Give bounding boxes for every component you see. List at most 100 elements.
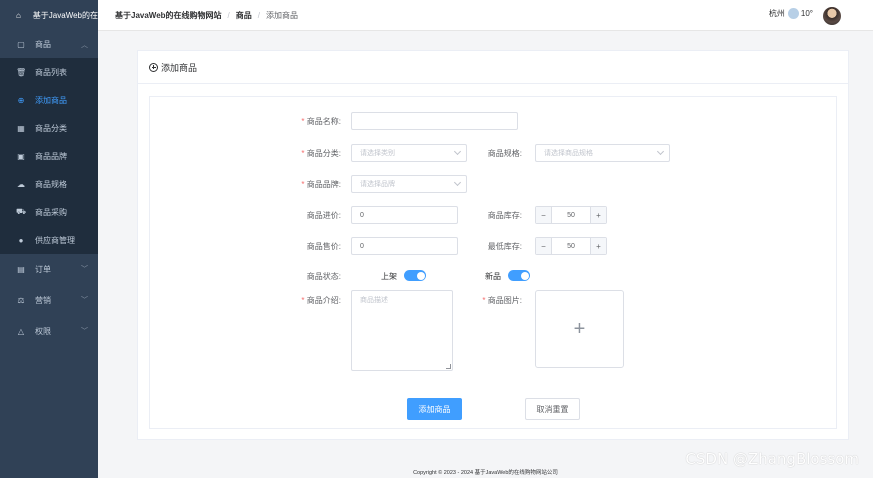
stock-stepper[interactable]: − 50 + xyxy=(535,206,607,224)
sidebar-item-supplier[interactable]: ● 供应商管理 xyxy=(0,226,98,254)
goods-intro-textarea[interactable]: 商品描述 xyxy=(351,290,453,371)
on-shelf-text: 上架 xyxy=(381,272,397,281)
bag-icon: ▢ xyxy=(17,39,25,49)
chevron-down-icon: ﹀ xyxy=(81,266,88,273)
chevron-down-icon xyxy=(453,178,462,187)
sidebar-item-add-goods[interactable]: ⊕ 添加商品 xyxy=(0,86,98,114)
header: 基于JavaWeb的在线购物网站 / 商品 / 添加商品 杭州 10° xyxy=(98,0,873,31)
min-stock-value[interactable]: 50 xyxy=(552,238,590,254)
minus-button[interactable]: − xyxy=(536,238,552,254)
home-icon: ⌂ xyxy=(16,10,21,20)
breadcrumb-separator: / xyxy=(227,10,230,20)
sidebar-item-goods-brand[interactable]: ▣ 商品品牌 xyxy=(0,142,98,170)
goods-spec-label: 商品规格: xyxy=(487,149,522,158)
sidebar-item-label: 营销 xyxy=(35,296,51,305)
chevron-down-icon: ﹀ xyxy=(81,297,88,304)
breadcrumb-item-goods[interactable]: 商品 xyxy=(236,10,252,21)
add-goods-button[interactable]: 添加商品 xyxy=(407,398,462,420)
plus-circle-icon xyxy=(149,62,158,72)
breadcrumb: 基于JavaWeb的在线购物网站 / 商品 / 添加商品 xyxy=(115,10,298,21)
sidebar-item-label: 商品品牌 xyxy=(35,151,67,161)
sidebar-item-label: 商品规格 xyxy=(35,179,67,189)
sidebar-item-permission[interactable]: △ 权限 ﹀ xyxy=(0,316,98,347)
sidebar-item-label: 订单 xyxy=(35,265,51,274)
stock-value[interactable]: 50 xyxy=(552,207,590,223)
goods-category-select[interactable]: 请选择类别 xyxy=(351,144,467,162)
weather-temperature: 10° xyxy=(800,9,813,18)
user-icon: ● xyxy=(18,235,24,245)
truck-icon: ⛟ xyxy=(16,207,27,216)
plus-icon: + xyxy=(573,317,586,340)
sidebar-item-marketing[interactable]: ⚖ 营销 ﹀ xyxy=(0,285,98,316)
sidebar-item-label: 供应商管理 xyxy=(35,235,75,245)
image-upload[interactable]: + xyxy=(535,290,624,368)
weather-icon xyxy=(787,8,799,19)
plus-button[interactable]: + xyxy=(590,207,606,223)
sidebar-item-goods-spec[interactable]: ☁ 商品规格 xyxy=(0,170,98,198)
logo-text: 基于JavaWeb的在 xyxy=(32,10,98,20)
goods-intro-placeholder: 商品描述 xyxy=(360,297,388,304)
chevron-up-icon: ︿ xyxy=(81,42,88,49)
sale-price-input[interactable]: 0 xyxy=(351,237,458,255)
minus-button[interactable]: − xyxy=(536,207,552,223)
goods-form: 商品名称: 商品分类: 请选择类别 商品规格: 请选择商品规格 商品品牌: 请选… xyxy=(149,96,837,429)
goods-brand-select[interactable]: 请选择品牌 xyxy=(351,175,467,193)
goods-brand-label: 商品品牌: xyxy=(291,179,341,190)
goods-image-label: 商品图片: xyxy=(472,295,522,306)
sidebar-item-orders[interactable]: ▤ 订单 ﹀ xyxy=(0,254,98,285)
submenu-goods: 🗑 商品列表 ⊕ 添加商品 ▦ 商品分类 ▣ 商品品牌 ☁ 商品规格 ⛟ 商品采… xyxy=(0,58,98,254)
sidebar-item-label: 商品 xyxy=(35,39,51,49)
breadcrumb-item-home[interactable]: 基于JavaWeb的在线购物网站 xyxy=(115,10,222,21)
plus-button[interactable]: + xyxy=(590,238,606,254)
sidebar: ⌂ 基于JavaWeb的在 ▢ 商品 ︿ 🗑 商品列表 ⊕ 添加商品 ▦ 商品分… xyxy=(0,0,98,478)
sidebar-item-label: 权限 xyxy=(35,327,51,336)
goods-name-input[interactable] xyxy=(351,112,518,130)
on-shelf-switch[interactable] xyxy=(404,270,426,281)
goods-category-label: 商品分类: xyxy=(291,148,341,159)
card-title: 添加商品 xyxy=(161,62,198,73)
bell-icon: △ xyxy=(17,327,25,336)
goods-brand-placeholder: 请选择品牌 xyxy=(360,181,395,188)
breadcrumb-item-current: 添加商品 xyxy=(266,10,299,20)
sidebar-item-label: 商品采购 xyxy=(35,207,67,217)
reset-button[interactable]: 取消重置 xyxy=(525,398,580,420)
goods-name-label: 商品名称: xyxy=(291,116,341,127)
sidebar-item-label: 添加商品 xyxy=(35,95,67,105)
sidebar-item-goods-purchase[interactable]: ⛟ 商品采购 xyxy=(0,198,98,226)
add-goods-card: 添加商品 商品名称: 商品分类: 请选择类别 商品规格: 请选择商品规格 商品品… xyxy=(137,50,849,440)
calendar-icon: ▤ xyxy=(17,265,25,274)
sidebar-item-goods-category[interactable]: ▦ 商品分类 xyxy=(0,114,98,142)
sidebar-item-label: 商品分类 xyxy=(35,123,67,133)
sidebar-item-goods[interactable]: ▢ 商品 ︿ xyxy=(0,30,98,58)
plus-circle-icon: ⊕ xyxy=(17,95,25,105)
breadcrumb-separator: / xyxy=(257,10,261,20)
goods-spec-select[interactable]: 请选择商品规格 xyxy=(535,144,670,162)
purchase-price-input[interactable]: 0 xyxy=(351,206,458,224)
new-goods-label: 新品 xyxy=(485,272,501,281)
chevron-down-icon xyxy=(453,147,462,156)
resize-handle[interactable] xyxy=(446,364,451,369)
new-goods-switch[interactable] xyxy=(508,270,530,281)
goods-spec-placeholder: 请选择商品规格 xyxy=(544,150,593,157)
grid-icon: ▦ xyxy=(17,123,25,133)
avatar[interactable] xyxy=(823,7,841,25)
card-header: 添加商品 xyxy=(138,51,848,84)
sale-price-label: 商品售价: xyxy=(306,242,341,251)
goods-category-placeholder: 请选择类别 xyxy=(360,150,395,157)
sidebar-item-goods-list[interactable]: 🗑 商品列表 xyxy=(0,58,98,86)
clipboard-icon: ▣ xyxy=(17,151,25,161)
sidebar-item-label: 商品列表 xyxy=(35,67,67,77)
chevron-down-icon xyxy=(656,147,665,156)
scale-icon: ⚖ xyxy=(17,296,25,305)
goods-status-label: 商品状态: xyxy=(306,272,341,281)
goods-intro-label: 商品介绍: xyxy=(291,295,341,306)
logo[interactable]: ⌂ 基于JavaWeb的在 xyxy=(0,0,98,30)
stock-label: 商品库存: xyxy=(487,211,522,220)
min-stock-label: 最低库存: xyxy=(487,242,522,251)
watermark: CSDN @ZhangBlossom xyxy=(685,450,859,468)
min-stock-stepper[interactable]: − 50 + xyxy=(535,237,607,255)
chevron-down-icon: ﹀ xyxy=(81,328,88,335)
weather-widget: 杭州 10° xyxy=(769,8,813,19)
cloud-icon: ☁ xyxy=(17,179,25,189)
footer-copyright: Copyright © 2023 - 2024 基于JavaWeb的在线购物网站… xyxy=(413,470,558,476)
